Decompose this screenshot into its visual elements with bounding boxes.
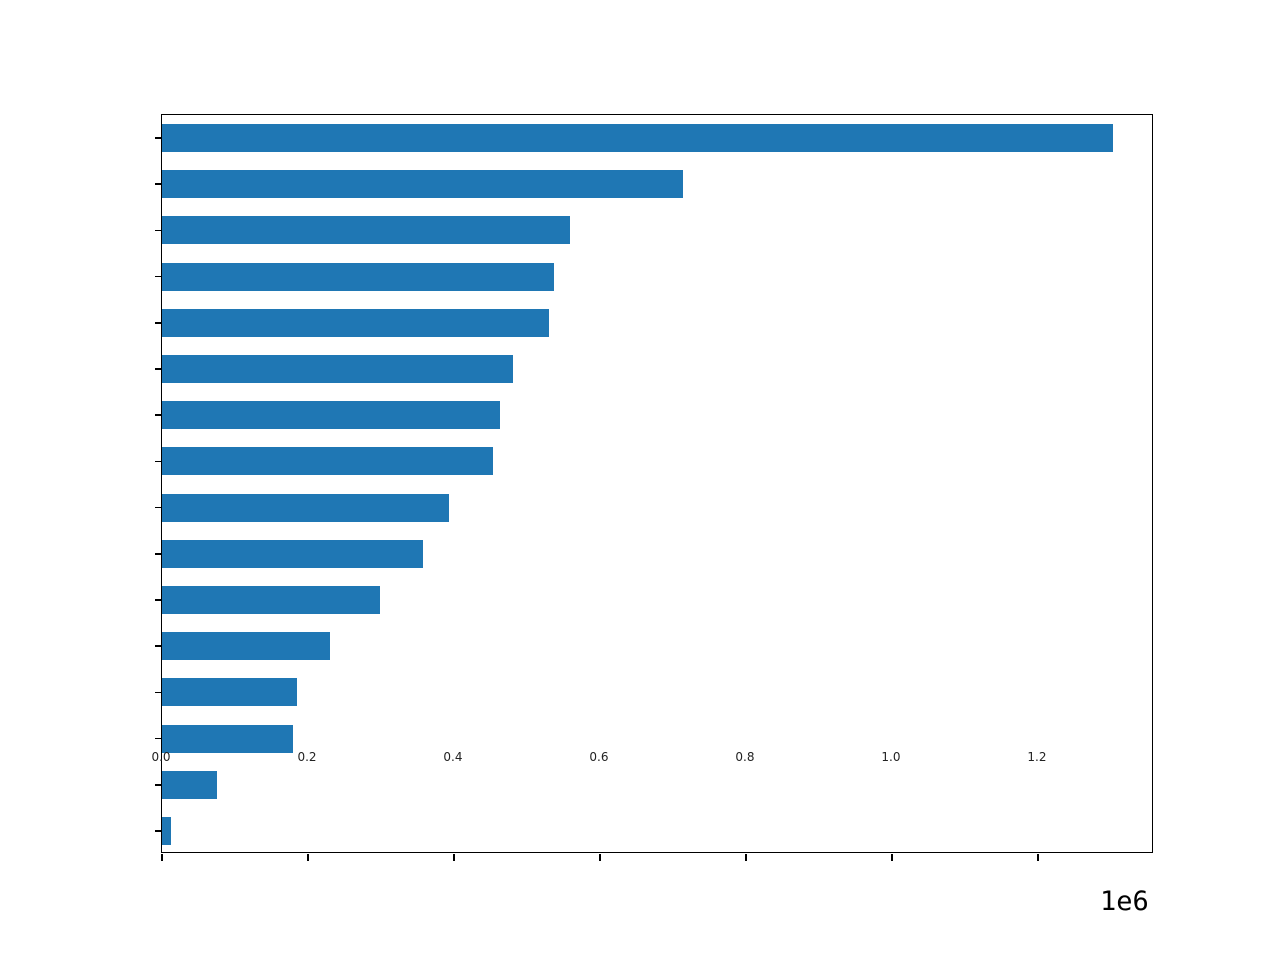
bar-industrial-arts-consumer-services [162,632,330,661]
y-tick-mark [155,137,162,139]
y-tick-mark [155,830,162,832]
y-axis-labels: BusinessHumanities & Liberal ArtsEducati… [0,0,149,960]
x-tick-label: 1.0 [881,750,901,764]
x-tick-label: 0.2 [297,750,317,764]
bar-psychology-social-work [162,355,514,384]
x-tick-label: 1.2 [1027,750,1047,764]
y-tick-mark [155,322,162,324]
bar-fill [162,493,449,522]
bar-fill [162,724,293,753]
bar-fill [162,632,330,661]
x-tick-label: 0.4 [443,750,463,764]
y-tick-mark [155,506,162,509]
y-tick-mark [155,552,162,555]
bar-fill [162,124,1113,153]
bar-fill [162,308,549,337]
bar-agriculture-natural-resources [162,770,218,799]
bar-physical-sciences [162,678,298,707]
y-tick-mark [155,783,162,786]
x-tick-mark [599,854,601,861]
bar-social-science [162,308,549,337]
y-tick-mark [155,229,162,232]
y-tick-mark [155,183,162,186]
bar-fill [162,539,423,568]
bar-fill [162,262,555,291]
x-tick-label: 0.6 [589,750,609,764]
x-tick-mark [453,854,455,861]
bar-fill [162,447,494,476]
plot-axes [155,114,1153,861]
x-tick-mark [161,854,163,861]
bar-business [162,124,1113,153]
y-tick-mark [155,599,162,601]
y-tick-mark [155,414,162,416]
bar-fill [162,170,683,199]
bar-arts [162,539,423,568]
x-tick-label: 0.0 [151,750,171,764]
bar-fill [162,355,514,384]
bar-fill [162,216,571,245]
bar-communications-journalism [162,493,449,522]
y-tick-mark [155,737,162,740]
y-tick-mark [155,691,162,694]
bar-fill [162,585,381,614]
x-tick-mark [891,854,893,861]
x-tick-mark [1037,854,1039,861]
bar-fill [162,401,501,430]
bar-law-public-policy [162,724,293,753]
axis-exponent-label: 1e6 [1100,886,1149,917]
y-tick-mark [155,275,162,278]
bar-biology-life-science [162,447,494,476]
bar-engineering [162,262,555,291]
x-tick-mark [307,854,309,861]
bar-education [162,216,571,245]
bar-fill [162,678,298,707]
y-tick-mark [155,368,162,370]
bar-humanities-liberal-arts [162,170,683,199]
figure-canvas: BusinessHumanities & Liberal ArtsEducati… [0,0,1280,960]
x-tick-label: 0.8 [735,750,755,764]
y-tick-mark [155,460,162,463]
bar-fill [162,770,218,799]
bar-computers-mathematics [162,585,381,614]
x-tick-mark [745,854,747,861]
bar-health [162,401,501,430]
bar-interdisciplinary [162,816,171,845]
y-tick-mark [155,645,162,647]
bar-fill [162,816,171,845]
